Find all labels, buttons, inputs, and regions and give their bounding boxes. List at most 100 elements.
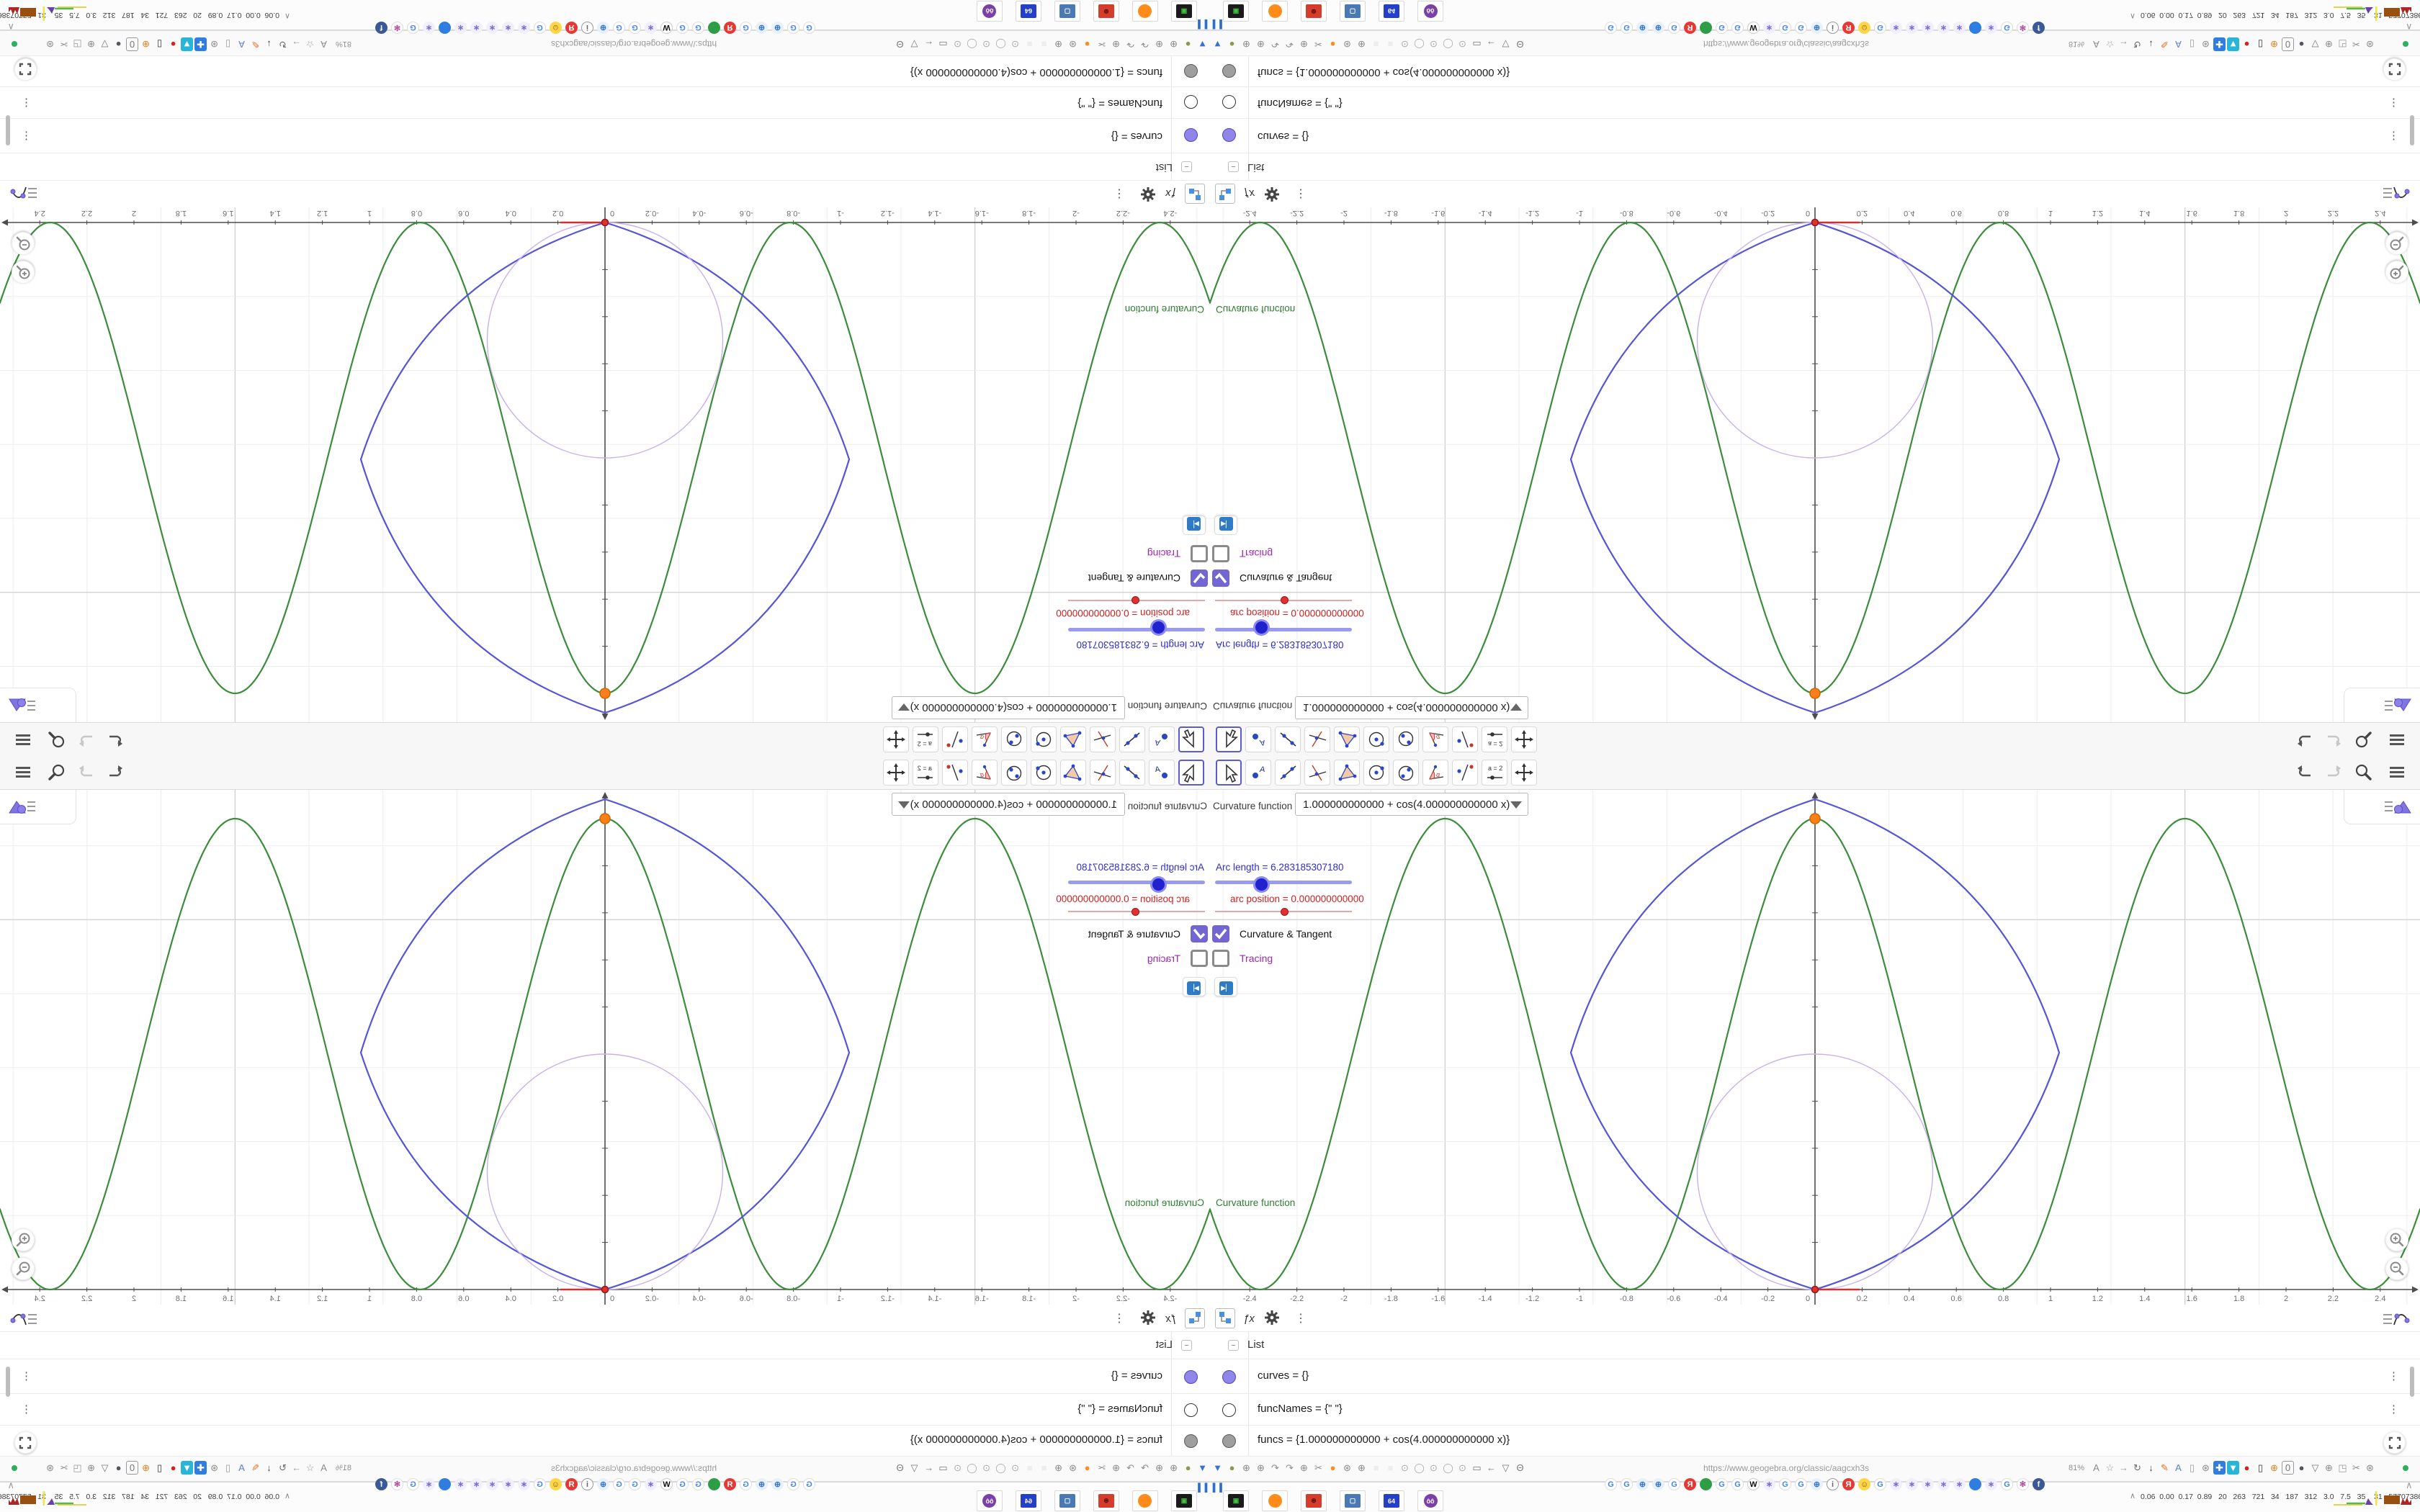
molecule-favicon[interactable]: ∗ — [470, 1478, 483, 1490]
google-favicon[interactable]: G — [1779, 22, 1791, 34]
slider-tool-button[interactable]: a = 2 — [913, 760, 938, 786]
yandex-favicon[interactable]: Я — [724, 1478, 736, 1490]
zero-box-icon[interactable]: 0 — [2282, 37, 2294, 51]
step-animation-button[interactable]: ▶▏ — [1214, 516, 1237, 535]
uo-circle-icon[interactable]: ● — [2295, 37, 2308, 51]
tracing-checkbox[interactable] — [1191, 950, 1208, 967]
back-arrow-icon[interactable]: ← — [923, 1461, 935, 1475]
squid-favicon[interactable] — [708, 22, 720, 34]
globe-icon[interactable]: ⊕ — [1110, 1461, 1122, 1475]
firefox-app-button[interactable] — [1132, 1, 1158, 22]
molecule-favicon[interactable]: ∗ — [1906, 22, 1918, 34]
perpendicular-line-tool-button[interactable] — [1304, 760, 1330, 786]
molecule-favicon[interactable]: ∗ — [1906, 1478, 1918, 1490]
globe-icon[interactable]: ⊕ — [2323, 37, 2335, 51]
settings-button[interactable] — [1138, 1308, 1158, 1328]
settings-red-app-button[interactable]: ⊛ — [1093, 1, 1119, 22]
globe-favicon[interactable]: ⊕ — [1652, 22, 1664, 34]
line-tool-button[interactable] — [1275, 726, 1301, 752]
disabled-slot-icon[interactable]: ■ — [1384, 37, 1397, 51]
folder-icon[interactable]: ▭ — [937, 1461, 949, 1475]
download-icon[interactable]: ↓ — [263, 1461, 275, 1475]
shield-icon[interactable]: ▽ — [1500, 37, 1512, 51]
radio-icon[interactable]: ◯ — [1413, 37, 1425, 51]
record-icon[interactable]: ● — [2241, 37, 2253, 51]
puzzle-icon[interactable]: ◳ — [71, 1461, 84, 1475]
globe-icon[interactable]: ⊕ — [1240, 37, 1252, 51]
globe-favicon[interactable]: ⊕ — [756, 1478, 768, 1490]
molecule-favicon[interactable]: ∗ — [1922, 1478, 1934, 1490]
settings-red-app-button[interactable]: ⊛ — [1301, 1, 1327, 22]
radio-icon[interactable]: ◯ — [1442, 37, 1454, 51]
formula-input[interactable]: 1.000000000000 + cos(4.000000000000 x) — [1295, 696, 1528, 719]
tracing-checkbox[interactable] — [1212, 950, 1229, 967]
move-graphics-tool-button[interactable] — [1511, 760, 1537, 786]
molecule-favicon[interactable]: ∗ — [502, 22, 514, 34]
visibility-marble[interactable] — [1222, 1434, 1236, 1448]
disabled-slot-icon[interactable]: ■ — [1384, 1461, 1397, 1475]
record-icon[interactable]: ● — [2241, 1461, 2253, 1475]
firefox-icon[interactable]: ● — [1081, 37, 1093, 51]
globe-icon[interactable]: ⊕ — [2323, 1461, 2335, 1475]
shield-icon[interactable]: ▽ — [2309, 1461, 2321, 1475]
yandex-favicon[interactable]: Я — [1684, 22, 1696, 34]
funnel-icon[interactable]: ▼ — [1196, 37, 1209, 51]
download-shield-icon[interactable]: ▼ — [181, 1461, 193, 1475]
floppy-64-app-button[interactable]: 64 — [1379, 1490, 1404, 1511]
disabled-slot-icon[interactable]: ■ — [1370, 37, 1382, 51]
arc-position-slider-knob[interactable] — [1281, 596, 1289, 604]
line-tool-button[interactable] — [1119, 726, 1145, 752]
menu-button[interactable] — [2387, 729, 2407, 750]
algebra-row-funcs[interactable]: funcs = {1.000000000000 + cos(4.00000000… — [0, 1426, 1210, 1457]
puzzle-icon[interactable]: ◳ — [2336, 37, 2349, 51]
dropdown-caret-icon[interactable] — [1510, 801, 1522, 809]
perpendicular-line-tool-button[interactable] — [1090, 760, 1116, 786]
google-favicon[interactable]: G — [1621, 22, 1633, 34]
row-menu-kebab[interactable]: ⋮ — [2388, 96, 2399, 109]
globe-icon[interactable]: ⊕ — [1240, 1461, 1252, 1475]
globe-icon[interactable]: ⊕ — [1255, 37, 1267, 51]
gear-icon[interactable]: ⊛ — [1067, 1461, 1079, 1475]
smiley-favicon[interactable]: ☺ — [550, 22, 562, 34]
more-options-button[interactable]: ⋮ — [1291, 184, 1311, 204]
molecule-favicon[interactable]: ∗ — [454, 22, 467, 34]
trash-icon[interactable]: ▯ — [2254, 1461, 2267, 1475]
google-favicon[interactable]: G — [407, 22, 419, 34]
molecule-favicon[interactable]: ∗ — [1937, 1478, 1950, 1490]
gear-icon[interactable]: ⊛ — [2200, 1461, 2212, 1475]
row-menu-kebab[interactable]: ⋮ — [21, 1403, 32, 1416]
shield-icon[interactable]: ▽ — [908, 37, 920, 51]
info-favicon[interactable]: i — [1827, 22, 1839, 34]
firefox-icon[interactable]: ● — [1081, 1461, 1093, 1475]
url-text[interactable]: https://www.geogebra.org/classic/aagcxh3… — [1599, 39, 1973, 49]
algebra-row-funcnames[interactable]: funcNames = {" "} ⋮ — [1210, 86, 2420, 118]
function-view-button[interactable]: ƒx — [1239, 184, 1259, 204]
gear-icon[interactable]: ⊛ — [44, 1461, 56, 1475]
search-button[interactable] — [2354, 762, 2374, 783]
point-tool-button[interactable]: A — [1245, 726, 1271, 752]
google-favicon[interactable]: G — [1621, 1478, 1633, 1490]
tree-view-button[interactable] — [1215, 1308, 1235, 1328]
globe-icon[interactable]: ⊕ — [1355, 1461, 1368, 1475]
taskbar-expand-chevron-icon[interactable]: ∧ — [7, 1480, 14, 1491]
trash-icon[interactable]: ▯ — [2254, 37, 2267, 51]
globe-icon[interactable]: ⊕ — [1153, 37, 1165, 51]
zoom-out-button[interactable] — [12, 1257, 35, 1280]
gear-icon[interactable]: ⊛ — [208, 1461, 220, 1475]
url-text[interactable]: https://www.geogebra.org/classic/aagcxh3… — [1599, 1463, 1973, 1473]
uo-circle-icon[interactable]: ● — [112, 37, 125, 51]
plot-canvas[interactable]: -2.4 -2.2 -2 -1.8 -1.6 -1.4 -1.2 -1 -0.8 -0.6 -0.4… — [1210, 790, 2420, 1305]
translate-icon[interactable]: A — [2090, 1461, 2102, 1475]
redo-button[interactable] — [2322, 762, 2342, 783]
angle-tool-button[interactable]: α — [1422, 760, 1448, 786]
molecule-favicon[interactable]: ∗ — [1985, 22, 1997, 34]
zoom-out-button[interactable] — [2385, 232, 2408, 255]
disabled-slot-icon[interactable]: ■ — [1023, 37, 1036, 51]
forward-arrow-icon[interactable]: → — [2118, 1461, 2130, 1475]
fullscreen-button[interactable] — [2383, 58, 2406, 81]
radio-icon[interactable]: ◯ — [966, 1461, 978, 1475]
google-favicon[interactable]: G — [629, 1478, 641, 1490]
puzzle-icon[interactable]: ◳ — [2336, 1461, 2349, 1475]
undo-button[interactable] — [104, 762, 124, 783]
download-icon[interactable]: ↓ — [263, 37, 275, 51]
